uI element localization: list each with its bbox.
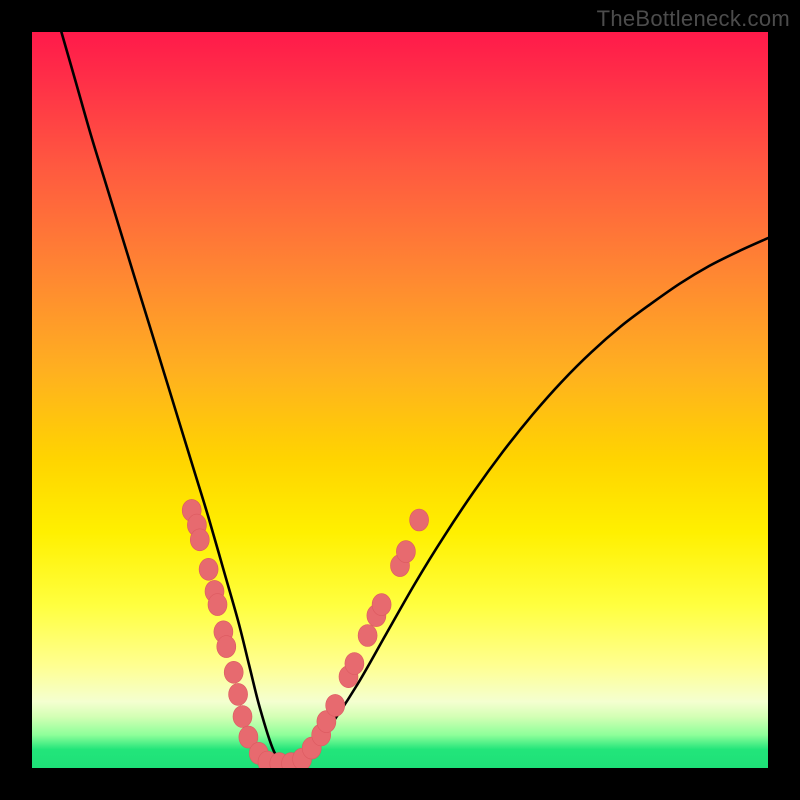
data-dot — [233, 706, 252, 728]
data-dot — [217, 636, 236, 658]
watermark-text: TheBottleneck.com — [597, 6, 790, 32]
chart-svg — [32, 32, 768, 768]
data-dot — [229, 683, 248, 705]
data-dot — [358, 625, 377, 647]
data-dot — [326, 694, 345, 716]
data-dot — [208, 594, 227, 616]
data-dot — [199, 558, 218, 580]
data-dot — [410, 509, 429, 531]
plot-area — [32, 32, 768, 768]
data-dot — [345, 653, 364, 675]
data-dot — [190, 529, 209, 551]
bottleneck-curve — [61, 32, 768, 764]
data-dot — [396, 541, 415, 563]
data-dot — [224, 661, 243, 683]
dots-group — [182, 499, 428, 768]
chart-frame: TheBottleneck.com — [0, 0, 800, 800]
data-dot — [372, 594, 391, 616]
